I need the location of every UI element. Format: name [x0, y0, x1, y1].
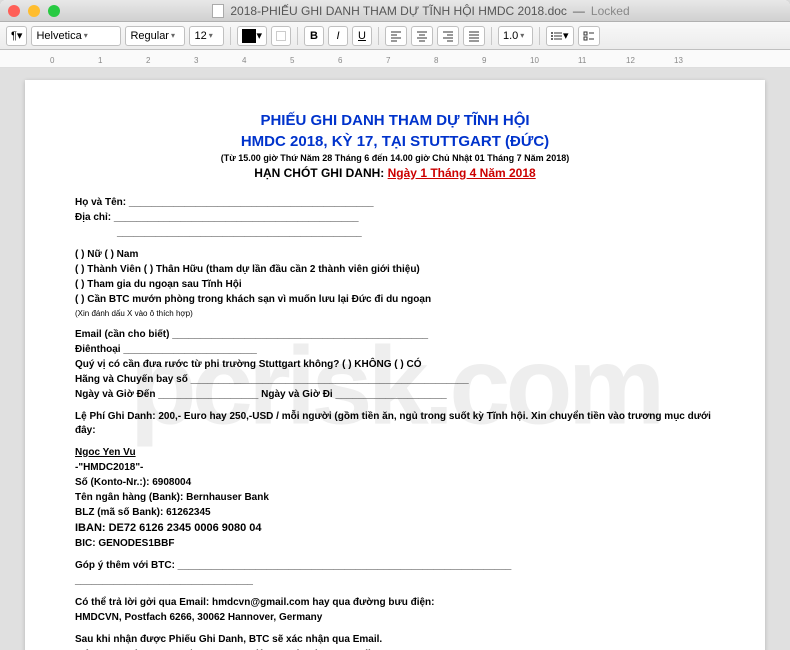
- ruler-tick: 3: [194, 56, 198, 65]
- font-size-value: 12: [194, 30, 206, 42]
- lock-status: Locked: [591, 4, 630, 18]
- separator: [297, 27, 298, 45]
- deadline-date: Ngày 1 Tháng 4 Năm 2018: [388, 166, 536, 180]
- field-name: Họ và Tên: _____________________________…: [75, 196, 715, 210]
- field-room: ( ) Cần BTC mướn phòng trong khách sạn v…: [75, 293, 715, 307]
- document-window: 2018-PHIẾU GHI DANH THAM DỰ TĨNH HỘI HMD…: [0, 0, 790, 650]
- checklist-button[interactable]: [578, 26, 600, 46]
- bank-name: Tên ngân hàng (Bank): Bernhauser Bank: [75, 491, 715, 505]
- underline-button[interactable]: U: [352, 26, 372, 46]
- field-times: Ngày và Giờ Đến __________________ Ngày …: [75, 388, 715, 402]
- ruler-tick: 2: [146, 56, 150, 65]
- document-icon: [212, 4, 224, 18]
- payment-ref: -"HMDC2018"-: [75, 461, 715, 475]
- font-weight-value: Regular: [130, 30, 169, 42]
- text-color-button[interactable]: ▾: [237, 26, 267, 46]
- reply-info: Có thể trả lời gởi qua Email: hmdcvn@gma…: [75, 596, 715, 610]
- payee: Ngoc Yen Vu: [75, 446, 715, 460]
- title-line2: HMDC 2018, KỲ 17, TẠI STUTTGART (ĐỨC): [75, 131, 715, 152]
- highlight-button[interactable]: [271, 26, 291, 46]
- ruler-tick: 10: [530, 56, 539, 65]
- separator: [491, 27, 492, 45]
- align-justify-button[interactable]: [463, 26, 485, 46]
- document-header: PHIẾU GHI DANH THAM DỰ TĨNH HỘI HMDC 201…: [75, 110, 715, 181]
- title-line1: PHIẾU GHI DANH THAM DỰ TĨNH HỘI: [75, 110, 715, 131]
- field-pickup: Quý vị có cần đưa rước từ phi trường Stu…: [75, 358, 715, 372]
- ruler-tick: 4: [242, 56, 246, 65]
- ruler-tick: 5: [290, 56, 294, 65]
- align-center-button[interactable]: [411, 26, 433, 46]
- line-spacing-select[interactable]: 1.0▾: [498, 26, 533, 46]
- highlight-icon: [276, 31, 286, 41]
- ruler-tick: 9: [482, 56, 486, 65]
- field-address2: ________________________________________…: [75, 226, 715, 240]
- dash: —: [573, 4, 585, 18]
- field-member: ( ) Thành Viên ( ) Thân Hữu (tham dự lần…: [75, 263, 715, 277]
- ruler-tick: 1: [98, 56, 102, 65]
- page-area[interactable]: pcrisk.com PHIẾU GHI DANH THAM DỰ TĨNH H…: [0, 68, 790, 650]
- iban: IBAN: DE72 6126 2345 0006 9080 04: [75, 521, 715, 536]
- ruler-tick: 8: [434, 56, 438, 65]
- window-controls: [8, 5, 60, 17]
- subtitle: (Từ 15.00 giờ Thứ Năm 28 Tháng 6 đến 14.…: [75, 152, 715, 165]
- field-address: Địa chỉ: _______________________________…: [75, 211, 715, 225]
- ruler-tick: 12: [626, 56, 635, 65]
- formatting-toolbar: ¶▾ Helvetica▾ Regular▾ 12▾ ▾ B I U 1.0▾ …: [0, 22, 790, 50]
- ruler-tick: 7: [386, 56, 390, 65]
- italic-button[interactable]: I: [328, 26, 348, 46]
- list-button[interactable]: ▾: [546, 26, 574, 46]
- ruler-tick: 13: [674, 56, 683, 65]
- fee-text: Lệ Phí Ghi Danh: 200,- Euro hay 250,-USD…: [75, 410, 715, 438]
- zoom-button[interactable]: [48, 5, 60, 17]
- font-size-select[interactable]: 12▾: [189, 26, 224, 46]
- list-icon: [551, 30, 563, 42]
- align-left-icon: [390, 30, 402, 42]
- separator: [378, 27, 379, 45]
- color-swatch-icon: [242, 29, 256, 43]
- field-gender: ( ) Nữ ( ) Nam: [75, 248, 715, 262]
- align-justify-icon: [468, 30, 480, 42]
- ruler-tick: 11: [578, 56, 586, 65]
- deadline-label: HẠN CHÓT GHI DANH:: [254, 166, 384, 180]
- deadline: HẠN CHÓT GHI DANH: Ngày 1 Tháng 4 Năm 20…: [75, 165, 715, 182]
- confirm-text: Sau khi nhận được Phiếu Ghi Danh, BTC sẽ…: [75, 633, 715, 647]
- bold-button[interactable]: B: [304, 26, 324, 46]
- checklist-icon: [583, 30, 595, 42]
- filename: 2018-PHIẾU GHI DANH THAM DỰ TĨNH HỘI HMD…: [230, 4, 567, 18]
- page: pcrisk.com PHIẾU GHI DANH THAM DỰ TĨNH H…: [25, 80, 765, 650]
- font-family-select[interactable]: Helvetica▾: [31, 26, 121, 46]
- bic: BIC: GENODES1BBF: [75, 537, 715, 551]
- postal-address: HMDCVN, Postfach 6266, 30062 Hannover, G…: [75, 611, 715, 625]
- field-phone: Điênthoại ________________________: [75, 343, 715, 357]
- check-note: (Xin đánh dấu X vào ô thích hợp): [75, 308, 715, 319]
- blz: BLZ (mã số Bank): 61262345: [75, 506, 715, 520]
- align-left-button[interactable]: [385, 26, 407, 46]
- font-family-value: Helvetica: [36, 30, 81, 42]
- font-weight-select[interactable]: Regular▾: [125, 26, 185, 46]
- close-button[interactable]: [8, 5, 20, 17]
- titlebar: 2018-PHIẾU GHI DANH THAM DỰ TĨNH HỘI HMD…: [0, 0, 790, 22]
- document-content: PHIẾU GHI DANH THAM DỰ TĨNH HỘI HMDC 201…: [75, 110, 715, 650]
- line-spacing-value: 1.0: [503, 30, 518, 42]
- paragraph-style-button[interactable]: ¶▾: [6, 26, 27, 46]
- field-flight: Hãng và Chuyến bay số __________________…: [75, 373, 715, 387]
- minimize-button[interactable]: [28, 5, 40, 17]
- align-center-icon: [416, 30, 428, 42]
- field-tour: ( ) Tham gia du ngoạn sau Tĩnh Hội: [75, 278, 715, 292]
- field-email: Email (cần cho biết) ___________________…: [75, 328, 715, 342]
- ruler-tick: 0: [50, 56, 54, 65]
- account-number: Số (Konto-Nr.:): 6908004: [75, 476, 715, 490]
- donate: Góp ý thêm với BTC: ____________________…: [75, 559, 715, 573]
- separator: [230, 27, 231, 45]
- align-right-button[interactable]: [437, 26, 459, 46]
- ruler: 0 1 2 3 4 5 6 7 8 9 10 11 12 13: [0, 50, 790, 68]
- separator: [539, 27, 540, 45]
- ruler-tick: 6: [338, 56, 342, 65]
- align-right-icon: [442, 30, 454, 42]
- title-area: 2018-PHIẾU GHI DANH THAM DỰ TĨNH HỘI HMD…: [60, 4, 782, 18]
- donate2: ________________________________: [75, 574, 715, 588]
